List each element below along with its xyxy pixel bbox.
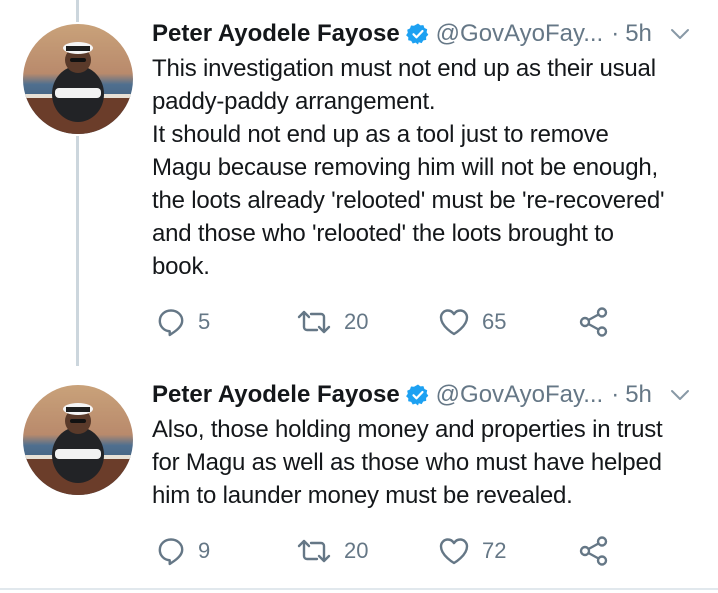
author-handle[interactable]: @GovAyoFay... (436, 18, 604, 50)
verified-badge-icon (405, 22, 430, 46)
timestamp[interactable]: 5h (625, 379, 652, 411)
timestamp[interactable]: 5h (625, 18, 652, 50)
like-button[interactable]: 72 (438, 531, 506, 571)
reply-button[interactable]: 9 (156, 531, 210, 571)
reply-count: 9 (198, 538, 211, 563)
retweet-button[interactable]: 20 (296, 531, 368, 571)
tweet-text: This investigation must not end up as th… (152, 55, 665, 280)
author-name[interactable]: Peter Ayodele Fayose (152, 379, 400, 411)
like-button[interactable]: 65 (438, 302, 506, 342)
separator-dot: · (611, 381, 620, 408)
heart-icon (438, 307, 470, 337)
chevron-down-icon[interactable] (668, 22, 692, 46)
share-icon (578, 306, 610, 338)
divider (0, 588, 718, 590)
like-count: 65 (482, 309, 507, 334)
retweet-count: 20 (344, 538, 369, 563)
avatar[interactable] (23, 24, 133, 134)
retweet-count: 20 (344, 309, 369, 334)
share-button[interactable] (578, 302, 610, 342)
chevron-down-icon[interactable] (668, 383, 692, 407)
thread-connector-top (76, 0, 79, 22)
reply-button[interactable]: 5 (156, 302, 210, 342)
author-name[interactable]: Peter Ayodele Fayose (152, 18, 400, 50)
retweet-button[interactable]: 20 (296, 302, 368, 342)
author-handle[interactable]: @GovAyoFay... (436, 379, 604, 411)
separator-dot: · (611, 20, 620, 47)
retweet-icon (296, 536, 332, 566)
heart-icon (438, 536, 470, 566)
reply-icon (156, 307, 186, 337)
thread-connector (76, 136, 79, 366)
reply-count: 5 (198, 309, 211, 334)
like-count: 72 (482, 538, 507, 563)
reply-icon (156, 536, 186, 566)
share-button[interactable] (578, 531, 610, 571)
retweet-icon (296, 307, 332, 337)
avatar[interactable] (23, 385, 133, 495)
tweet-text: Also, those holding money and properties… (152, 416, 663, 509)
verified-badge-icon (405, 383, 430, 407)
share-icon (578, 535, 610, 567)
tweet-header: Peter Ayodele Fayose @GovAyoFay... · 5h (152, 379, 652, 411)
tweet-header: Peter Ayodele Fayose @GovAyoFay... · 5h (152, 18, 652, 50)
